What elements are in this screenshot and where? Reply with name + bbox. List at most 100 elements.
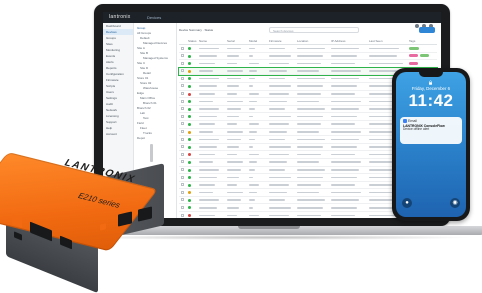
row-checkbox[interactable]: [181, 92, 184, 96]
cell-text: [331, 214, 355, 217]
row-checkbox[interactable]: [181, 107, 184, 111]
row-checkbox[interactable]: [181, 130, 184, 134]
cell-text: [199, 123, 215, 126]
cell-text: [331, 77, 359, 80]
toolbar-tabs[interactable]: Device Summary · Status: [179, 28, 213, 32]
cell-text: [249, 85, 253, 88]
row-checkbox[interactable]: [181, 84, 184, 88]
status-tag: [409, 46, 419, 50]
cell-text: [331, 146, 357, 148]
cell-text: [227, 100, 243, 103]
cell-text: [249, 70, 257, 72]
cell-text: [331, 206, 357, 209]
cell-text: [199, 115, 217, 118]
cell-text: [269, 100, 287, 103]
flashlight-icon[interactable]: ●: [402, 198, 412, 208]
cell-text: [331, 100, 361, 103]
cell-text: [249, 214, 259, 217]
column-header[interactable]: Status: [188, 39, 197, 43]
cell-text: [297, 100, 319, 103]
column-header[interactable]: Last Seen: [369, 39, 383, 43]
cell-text: [269, 169, 285, 171]
cell-text: [249, 191, 257, 194]
row-checkbox[interactable]: [181, 69, 184, 73]
row-checkbox[interactable]: [181, 99, 184, 103]
cell-text: [369, 47, 399, 50]
column-header[interactable]: IP Address: [331, 39, 345, 43]
cell-text: [269, 70, 287, 72]
status-dot: [188, 92, 191, 96]
cell-text: [297, 191, 319, 194]
cell-text: [249, 146, 253, 148]
table-row[interactable]: [179, 53, 437, 61]
search-input[interactable]: Search devices: [269, 27, 359, 33]
column-header[interactable]: Model: [249, 39, 257, 43]
sidebar-item[interactable]: Account: [103, 131, 133, 137]
cell-text: [297, 199, 325, 201]
cell-text: [249, 47, 255, 50]
cell-text: [297, 146, 323, 148]
cell-text: [199, 47, 219, 50]
cell-text: [297, 169, 325, 171]
cell-text: [297, 47, 325, 50]
cell-text: [297, 153, 321, 156]
app-header: lantronix Devices: [103, 12, 441, 28]
row-checkbox[interactable]: [181, 76, 184, 80]
row-checkbox[interactable]: [181, 61, 184, 65]
column-header[interactable]: Name: [199, 39, 207, 43]
cell-text: [269, 77, 285, 80]
row-checkbox[interactable]: [181, 46, 184, 50]
cell-text: [249, 131, 257, 133]
cell-text: [369, 62, 403, 65]
cell-text: [331, 169, 359, 171]
cell-text: [331, 47, 359, 50]
mail-icon: [403, 119, 407, 123]
cell-text: [297, 85, 323, 88]
status-dot: [188, 69, 191, 73]
status-tag: [420, 54, 429, 58]
row-checkbox[interactable]: [181, 122, 184, 126]
action-button[interactable]: [419, 27, 435, 33]
cell-text: [297, 138, 325, 141]
notification-card[interactable]: Email LANTRONIX ConsoleFlow Device offli…: [400, 117, 462, 144]
cell-text: [269, 146, 291, 148]
table-header: Status Name Serial Model Firmware Location IP …: [179, 38, 437, 45]
camera-icon[interactable]: ◉: [450, 198, 460, 208]
cell-text: [227, 138, 241, 141]
antenna: [150, 144, 153, 162]
app-logo: lantronix: [109, 14, 131, 20]
laptop-notch: [238, 226, 300, 229]
cell-text: [227, 199, 241, 201]
cell-text: [227, 62, 237, 65]
status-dot: [188, 84, 191, 88]
cell-text: [297, 176, 323, 179]
cell-text: [269, 176, 291, 179]
cell-text: [269, 206, 291, 209]
toolbar: Device Summary · Status Search devices: [179, 27, 437, 35]
status-tag: [409, 61, 418, 65]
status-dot: [188, 47, 191, 50]
cell-text: [331, 115, 357, 118]
column-header[interactable]: Location: [297, 39, 308, 43]
column-header[interactable]: Tags: [409, 39, 415, 43]
table-row[interactable]: [179, 60, 437, 68]
cell-text: [269, 85, 291, 88]
cell-text: [297, 77, 325, 80]
cell-text: [297, 55, 323, 57]
cell-text: [249, 62, 259, 65]
top-nav-link[interactable]: Devices: [147, 15, 161, 20]
cell-text: [331, 62, 355, 65]
cell-text: [227, 214, 237, 217]
cell-text: [227, 93, 237, 95]
cell-text: [269, 138, 285, 141]
row-checkbox[interactable]: [181, 54, 184, 58]
notification-app-name: Email: [408, 119, 417, 123]
column-header[interactable]: Firmware: [269, 39, 282, 43]
cell-text: [331, 70, 361, 72]
cell-text: [249, 199, 255, 201]
cell-text: [249, 100, 257, 103]
column-header[interactable]: Serial: [227, 39, 235, 43]
cell-text: [331, 123, 355, 126]
table-row[interactable]: [179, 45, 437, 53]
row-checkbox[interactable]: [181, 114, 184, 118]
